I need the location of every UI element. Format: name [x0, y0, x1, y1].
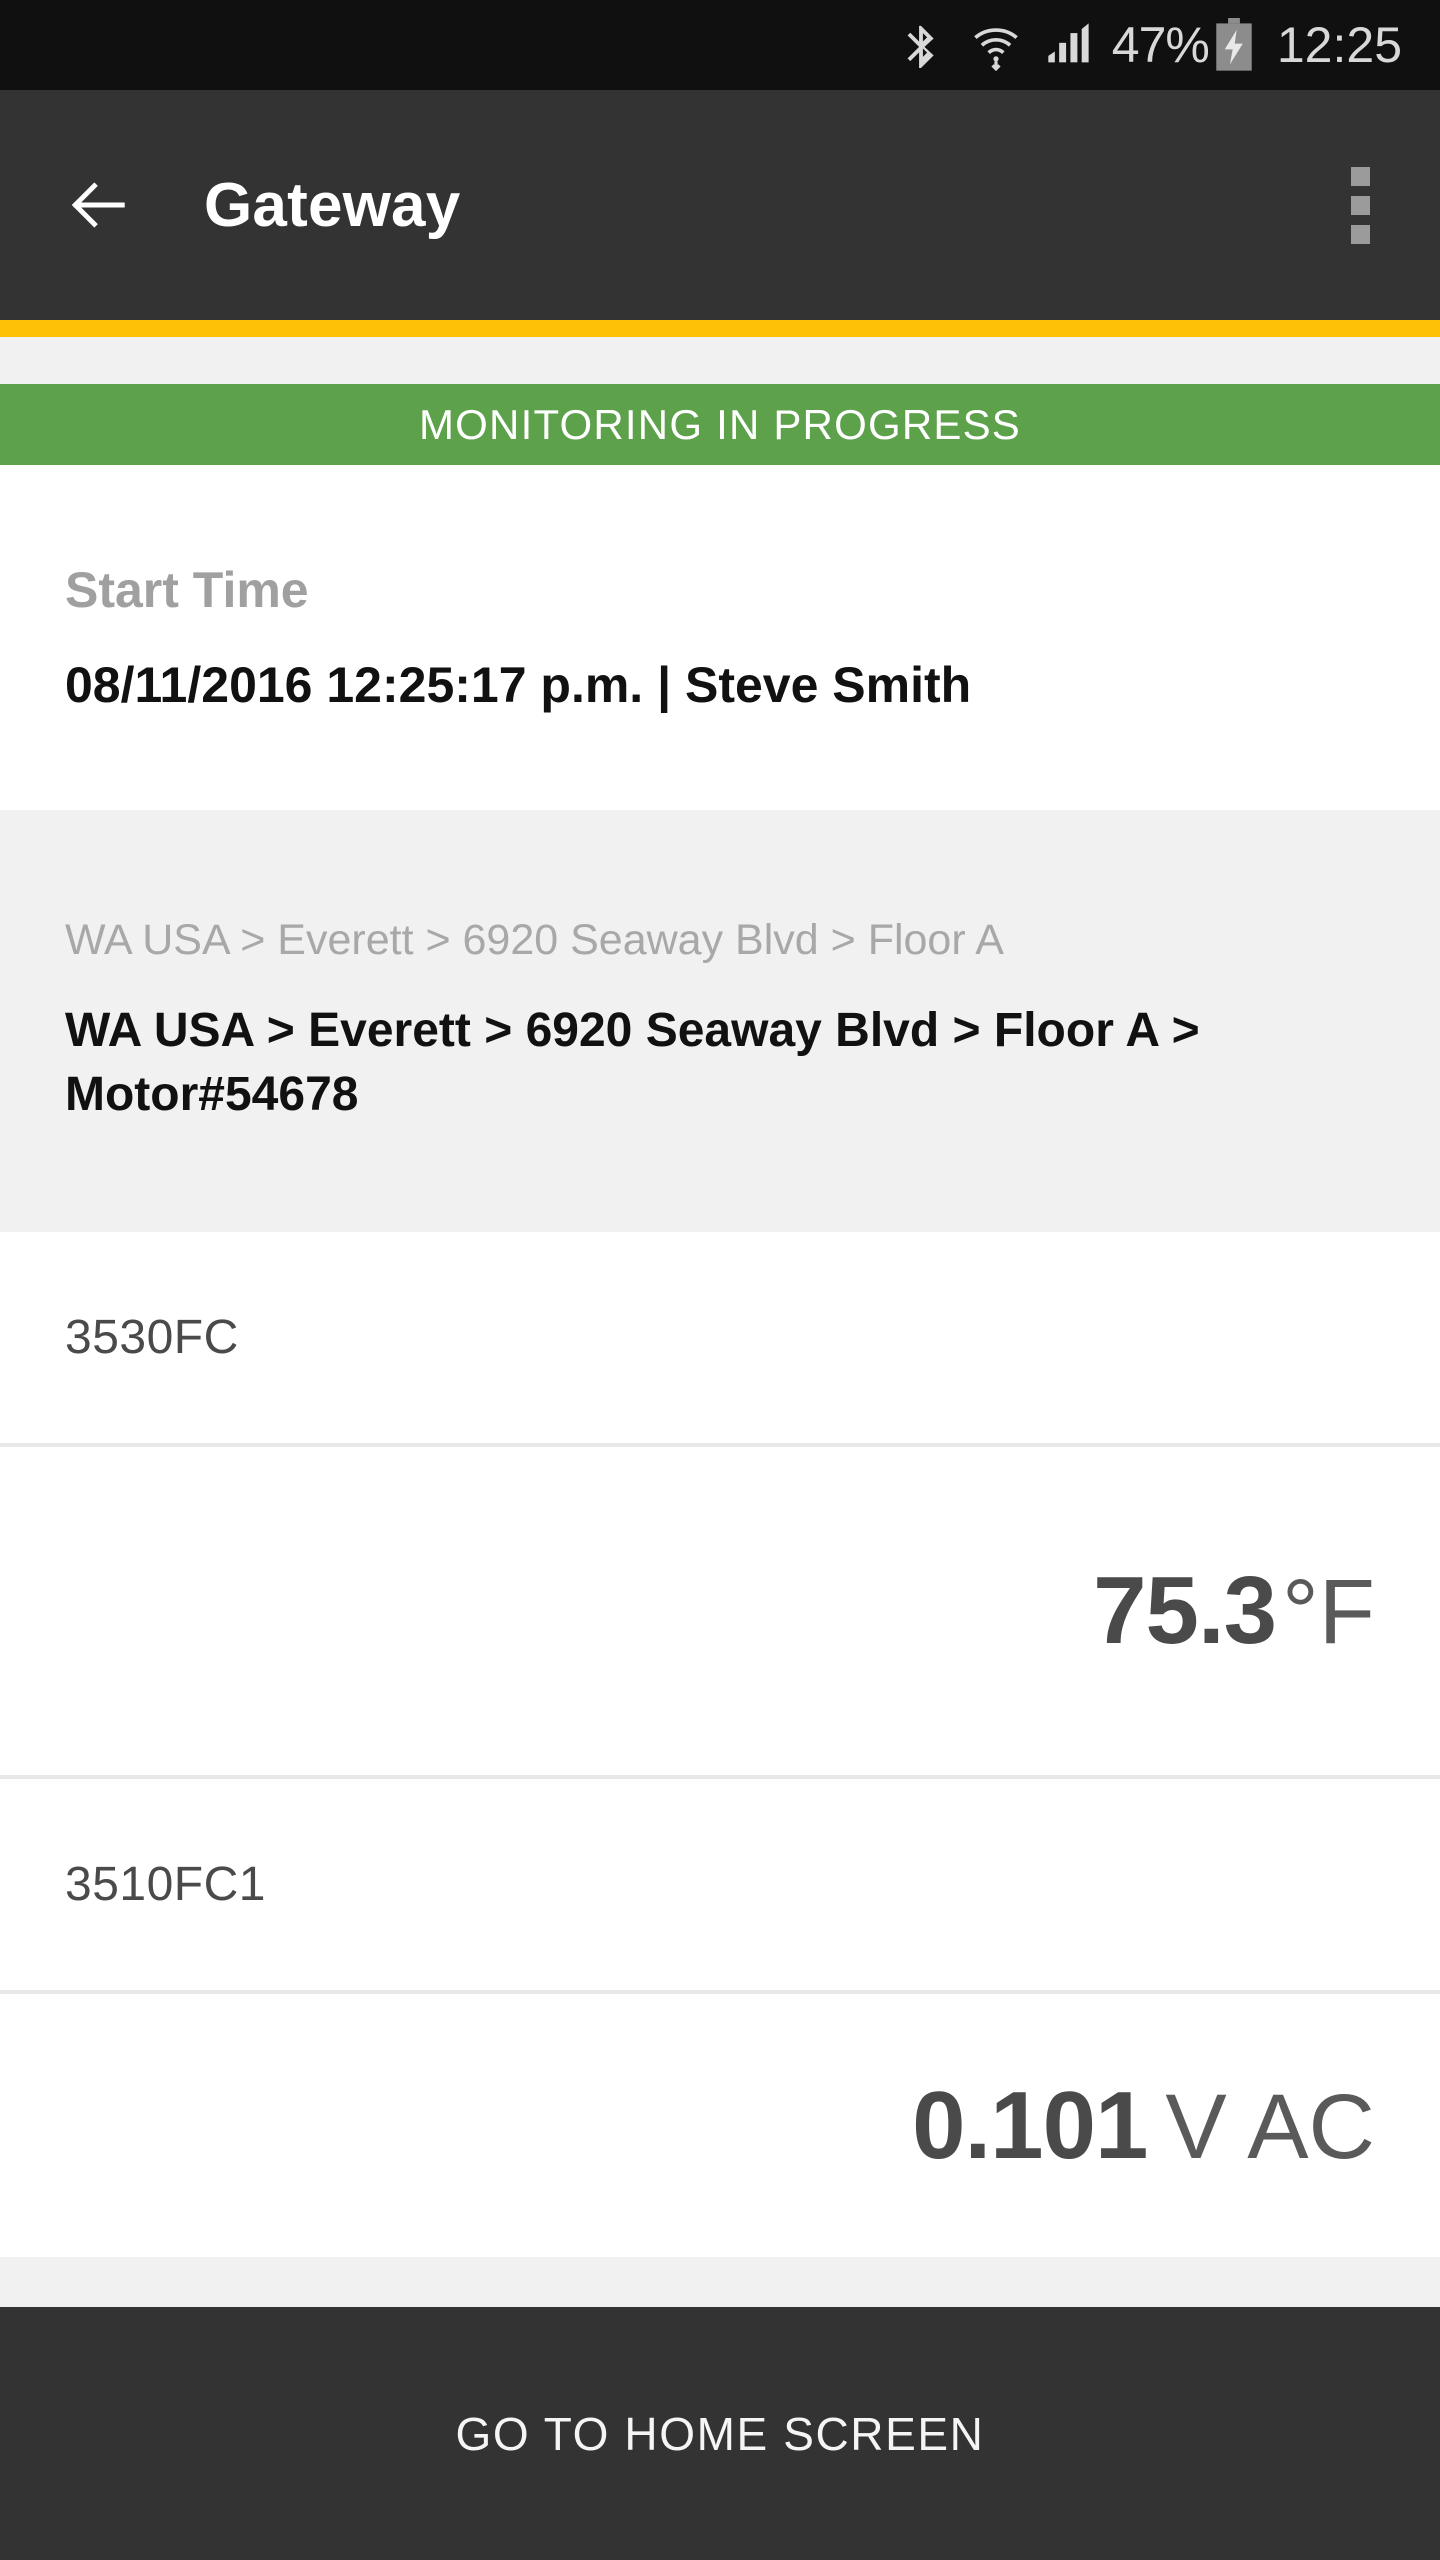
monitoring-status-label: MONITORING IN PROGRESS [418, 400, 1021, 448]
status-bar-clock: 12:25 [1276, 17, 1402, 73]
sensor-value-row[interactable]: 75.3 °F [0, 1447, 1440, 1775]
sensor-name-row[interactable]: 3530FC [0, 1232, 1440, 1443]
spacer-above-footer [0, 2257, 1440, 2307]
accent-bar [0, 320, 1440, 337]
overflow-dot [1350, 166, 1370, 186]
sensor-reading-unit: V AC [1165, 2075, 1375, 2178]
system-status-bar: 47% 12:25 [0, 0, 1440, 90]
go-to-home-screen-label: GO TO HOME SCREEN [455, 2407, 985, 2460]
sensor-reading: 75.3 °F [1093, 1563, 1375, 1659]
breadcrumb-full-path: WA USA > Everett > 6920 Seaway Blvd > Fl… [65, 1004, 1200, 1121]
overflow-dot [1350, 195, 1370, 215]
sensor-reading-value: 75.3 [1093, 1557, 1277, 1664]
phone-screen: 47% 12:25 Gateway MONITORING IN PROGRESS… [0, 0, 1440, 2560]
page-title: Gateway [204, 170, 461, 240]
sensor-name-label: 3530FC [65, 1311, 239, 1364]
battery-charging-icon [1213, 18, 1255, 72]
cellular-signal-icon [1044, 19, 1096, 71]
breadcrumb-parent-path: WA USA > Everett > 6920 Seaway Blvd > Fl… [65, 915, 1004, 964]
sensor-name-row[interactable]: 3510FC1 [0, 1779, 1440, 1990]
wifi-icon [970, 19, 1022, 71]
start-time-value: 08/11/2016 12:25:17 p.m. | Steve Smith [65, 656, 972, 713]
sensor-value-row[interactable]: 0.101 V AC [0, 1994, 1440, 2257]
bluetooth-icon [898, 19, 944, 71]
monitoring-status-banner: MONITORING IN PROGRESS [0, 384, 1440, 465]
sensor-reading-unit: °F [1282, 1561, 1375, 1663]
go-to-home-screen-button[interactable]: GO TO HOME SCREEN [0, 2307, 1440, 2560]
spacer-above-banner [0, 337, 1440, 384]
back-arrow-icon[interactable] [68, 174, 130, 236]
overflow-dot [1350, 224, 1370, 244]
start-time-label: Start Time [65, 561, 309, 618]
sensor-reading: 0.101 V AC [912, 2071, 1375, 2179]
sensor-reading-value: 0.101 [912, 2071, 1148, 2179]
location-breadcrumb-section: WA USA > Everett > 6920 Seaway Blvd > Fl… [0, 810, 1440, 1232]
start-time-card: Start Time 08/11/2016 12:25:17 p.m. | St… [0, 465, 1440, 810]
battery-percent-label: 47% [1111, 17, 1210, 73]
app-bar: Gateway [0, 90, 1440, 320]
sensor-name-label: 3510FC1 [65, 1858, 266, 1911]
overflow-menu-icon[interactable] [1336, 157, 1384, 253]
